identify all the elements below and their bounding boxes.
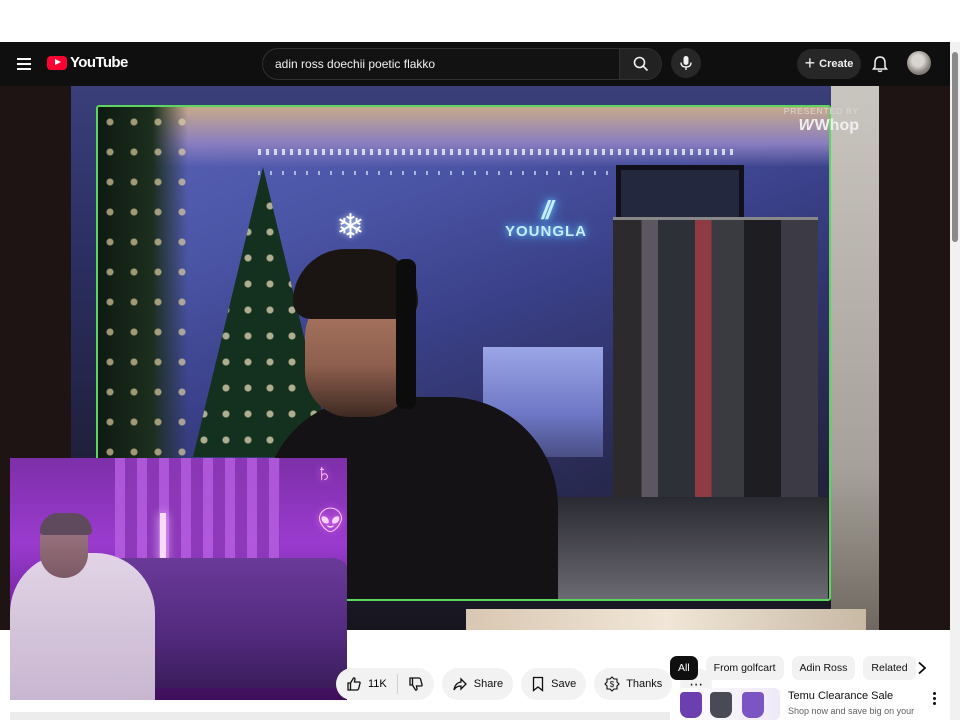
dollar-icon: $ [604,676,620,692]
save-button[interactable]: Save [521,668,587,700]
headset [396,259,416,409]
top-bar: YouTube + Create [0,42,950,86]
product-image [680,692,702,718]
create-button[interactable]: + Create [797,49,861,79]
bell-icon [872,56,888,73]
share-icon [453,677,467,691]
product-image [710,692,732,718]
reactor-body [10,553,155,700]
notifications-button[interactable] [866,50,894,78]
chip-adin-ross[interactable]: Adin Ross [791,656,856,680]
create-label: Create [819,58,854,70]
like-button[interactable]: 11K [336,668,397,700]
description-panel-edge [10,712,670,720]
search-box [262,48,662,80]
video-actions: 11K Share Save $ Thanks ⋯ [336,668,713,702]
snowflake-icon: ❄ [336,208,365,246]
page-scrollbar[interactable] [950,42,960,720]
chip-from-golfcart[interactable]: From golfcart [705,656,784,680]
facecam-overlay[interactable]: ♄ 👽︎ [10,458,347,700]
account-avatar[interactable] [907,51,931,75]
ad-title[interactable]: Temu Clearance Sale [788,690,893,702]
search-button[interactable] [619,49,661,79]
ad-thumbnail[interactable] [670,688,780,720]
thumbs-down-icon [409,677,423,691]
menu-icon[interactable] [12,52,36,76]
voice-search-button[interactable] [671,48,701,78]
chip-all[interactable]: All [670,656,698,680]
cap [40,513,92,535]
sponsor-overlay: PRESENTED BY W Whop [784,106,859,135]
thumbs-up-icon [347,677,361,691]
search-icon [633,56,648,72]
youtube-watch-page: YouTube + Create [0,0,960,720]
neon-wall-sign: // YOUNGLA [505,195,587,240]
ad-menu-button[interactable] [926,688,942,708]
svg-text:$: $ [610,680,615,689]
logo-text: YouTube [70,54,128,71]
whop-logo-icon: W [798,117,813,134]
save-label: Save [551,678,577,690]
neon-sign-text: YOUNGLA [505,223,587,240]
chips-next-button[interactable] [910,656,934,680]
sponsor-label: PRESENTED BY [783,106,859,116]
mic-icon [680,56,692,70]
chip-related[interactable]: Related [863,656,916,680]
dislike-button[interactable] [398,668,434,700]
youtube-play-icon [47,55,67,70]
product-image [742,692,764,718]
share-label: Share [473,678,504,690]
like-dislike-group: 11K [336,668,434,700]
thanks-button[interactable]: $ Thanks [594,668,673,700]
floor-lamp [160,513,166,563]
neon-alien-icon: 👽︎ [315,507,346,534]
sponsor-brand: Whop [814,117,859,134]
youtube-logo[interactable]: YouTube [47,54,128,71]
plus-icon: + [804,53,816,73]
like-count: 11K [368,678,387,690]
clothing-rack [613,217,818,517]
scrollbar-thumb[interactable] [952,52,958,242]
neon-planet-icon: ♄ [315,460,333,487]
ad-description: Shop now and save big on your [788,706,915,716]
thanks-label: Thanks [626,678,663,690]
search-input[interactable] [263,49,619,79]
related-filter-chips: All From golfcart Adin Ross Related [670,656,916,680]
share-button[interactable]: Share [441,668,514,700]
chevron-right-icon [918,661,927,675]
bookmark-icon [532,676,544,692]
